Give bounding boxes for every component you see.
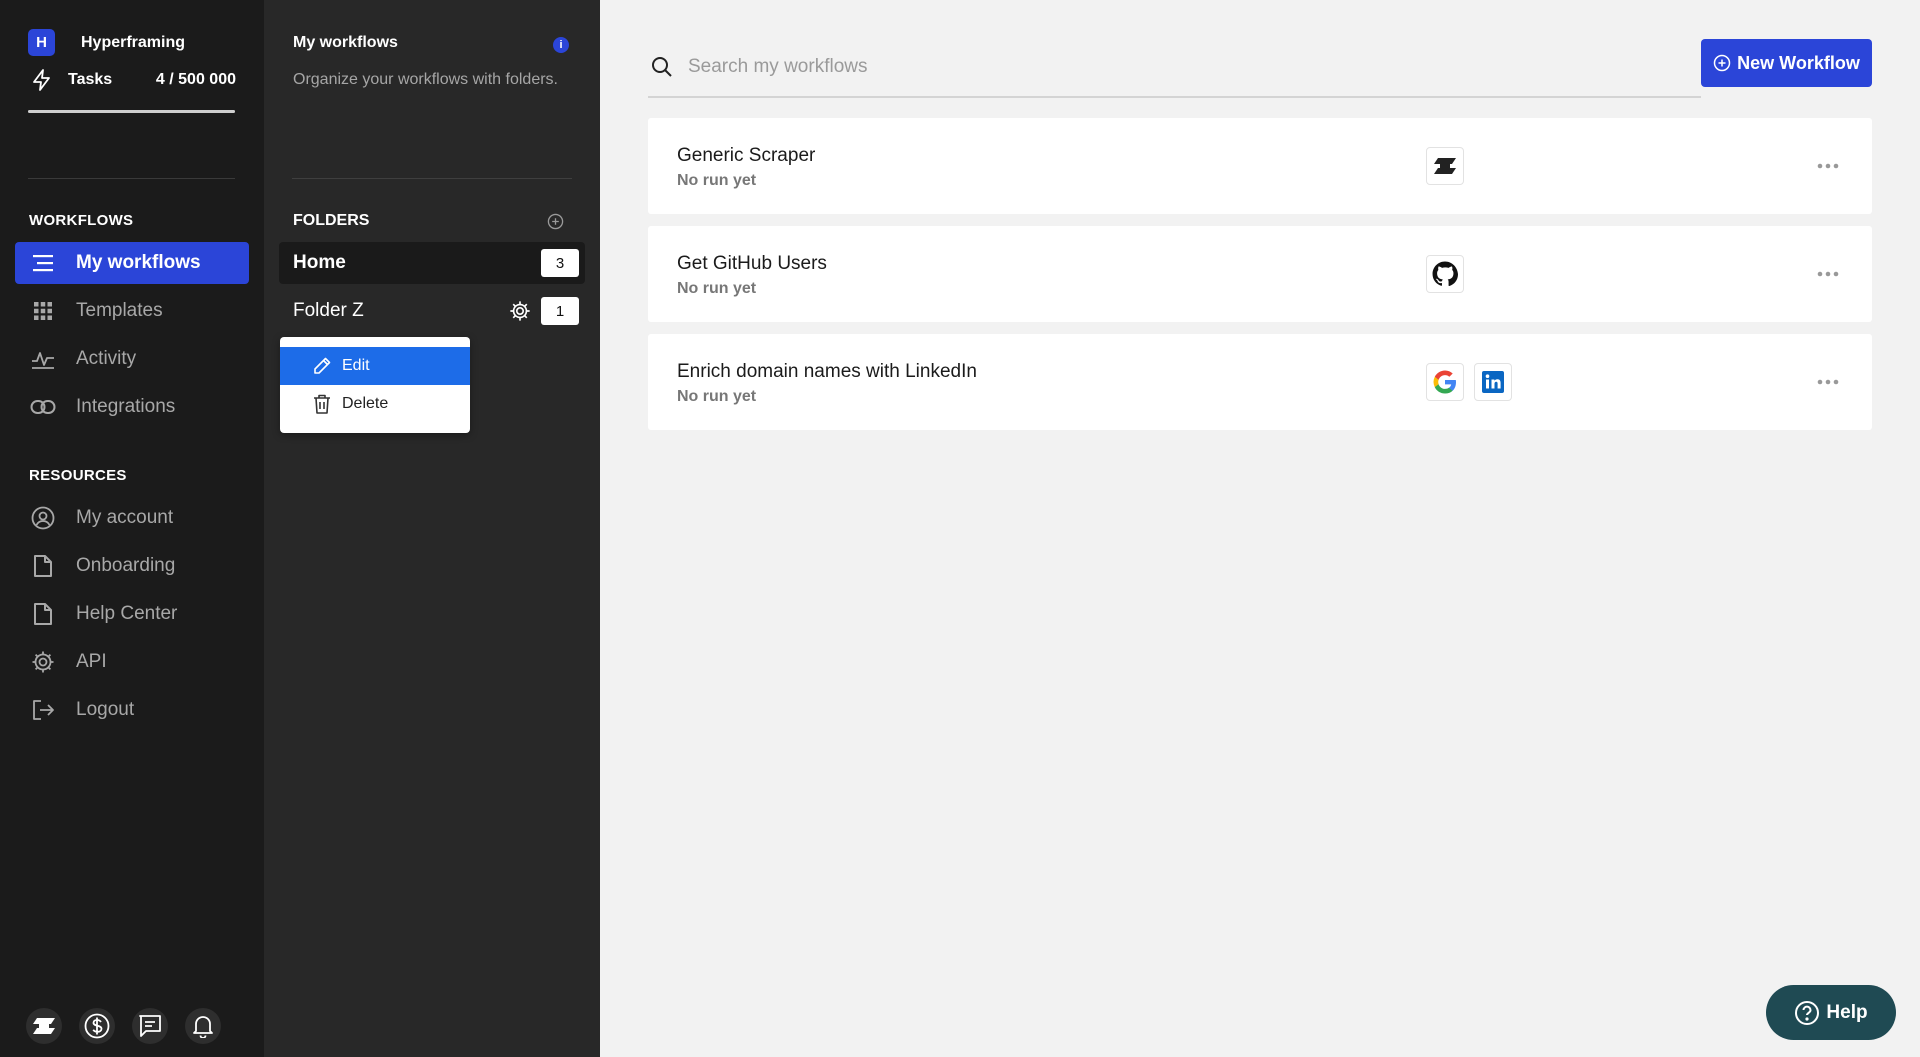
document-icon (30, 553, 56, 579)
linkedin-icon (1474, 363, 1512, 401)
plus-circle-icon (1713, 54, 1731, 72)
sidebar-item-label: My account (76, 507, 174, 528)
sidebar-item-activity[interactable]: Activity (15, 338, 249, 380)
workspace-name: Hyperframing (81, 33, 186, 51)
help-button[interactable]: Help (1766, 985, 1896, 1040)
brand-logo-icon (1426, 147, 1464, 185)
sidebar-item-label: Onboarding (76, 555, 176, 576)
tasks-label: Tasks (68, 71, 113, 88)
workflow-card[interactable]: Generic Scraper No run yet (648, 118, 1872, 214)
workspace-avatar: H (28, 29, 55, 56)
workflow-name: Generic Scraper (677, 145, 816, 166)
workflow-card[interactable]: Enrich domain names with LinkedIn No run… (648, 334, 1872, 430)
sidebar-bottom-toolbar (26, 1008, 221, 1044)
new-workflow-button[interactable]: New Workflow (1701, 39, 1872, 87)
sidebar-item-templates[interactable]: Templates (15, 290, 249, 332)
sidebar: H Hyperframing Tasks 4 / 500 000 WORKFLO… (0, 0, 264, 1057)
sidebar-item-onboarding[interactable]: Onboarding (15, 545, 249, 587)
workflow-name: Get GitHub Users (677, 253, 827, 274)
github-icon (1426, 255, 1464, 293)
main-content: New Workflow Generic Scraper No run yet … (600, 0, 1920, 1057)
chat-icon[interactable] (132, 1008, 168, 1044)
workflows-heading: WORKFLOWS (29, 212, 134, 229)
gear-icon (30, 649, 56, 675)
sidebar-item-logout[interactable]: Logout (15, 689, 249, 731)
workflow-card[interactable]: Get GitHub Users No run yet (648, 226, 1872, 322)
search-input[interactable] (688, 56, 1588, 78)
sidebar-item-my-workflows[interactable]: My workflows (15, 242, 249, 284)
add-folder-icon[interactable] (547, 213, 564, 230)
workflow-status: No run yet (677, 172, 757, 189)
sidebar-item-label: Help Center (76, 603, 178, 624)
help-label: Help (1826, 1001, 1868, 1023)
dollar-icon[interactable] (79, 1008, 115, 1044)
edit-menu-item[interactable]: Edit (280, 347, 470, 385)
more-options-icon[interactable] (1816, 154, 1840, 178)
divider (28, 178, 235, 179)
resources-heading: RESOURCES (29, 467, 127, 484)
workflow-status: No run yet (677, 280, 757, 297)
sidebar-item-label: Logout (76, 699, 135, 720)
folder-count-badge: 3 (541, 249, 579, 277)
search-bar (648, 38, 1701, 98)
question-circle-icon (1795, 1000, 1820, 1025)
lightning-icon (33, 69, 50, 91)
workflow-status: No run yet (677, 388, 757, 405)
grid-icon (30, 298, 56, 324)
list-icon (30, 250, 56, 276)
folder-settings-gear-icon[interactable] (509, 300, 531, 322)
workflow-apps (1426, 363, 1512, 401)
sidebar-item-label: My workflows (76, 252, 201, 273)
sidebar-item-help-center[interactable]: Help Center (15, 593, 249, 635)
workspace-switcher[interactable]: H Hyperframing (28, 29, 185, 56)
activity-icon (30, 346, 56, 372)
tasks-progress-bar (28, 110, 235, 113)
new-workflow-label: New Workflow (1737, 52, 1860, 73)
folder-count-badge: 1 (541, 297, 579, 325)
folder-name: Folder Z (293, 300, 364, 321)
delete-menu-item[interactable]: Delete (280, 385, 470, 423)
more-options-icon[interactable] (1816, 262, 1840, 286)
pencil-icon (312, 356, 332, 376)
sidebar-item-label: Activity (76, 348, 137, 369)
document-icon (30, 601, 56, 627)
brand-logo-icon[interactable] (26, 1008, 62, 1044)
sidebar-item-label: API (76, 651, 107, 672)
info-icon[interactable]: i (553, 37, 569, 53)
workflow-name: Enrich domain names with LinkedIn (677, 361, 977, 382)
workflow-apps (1426, 147, 1464, 185)
link-icon (30, 394, 56, 420)
folder-panel-description: Organize your workflows with folders. (293, 71, 558, 88)
folder-context-menu: Edit Delete (280, 337, 470, 433)
sidebar-item-api[interactable]: API (15, 641, 249, 683)
folder-item-home[interactable]: Home 3 (279, 242, 585, 284)
menu-item-label: Delete (342, 395, 389, 412)
bell-icon[interactable] (185, 1008, 221, 1044)
workflow-apps (1426, 255, 1464, 293)
google-icon (1426, 363, 1464, 401)
tasks-usage: Tasks 4 / 500 000 (30, 68, 236, 92)
menu-item-label: Edit (342, 357, 370, 374)
user-circle-icon (30, 505, 56, 531)
sidebar-item-my-account[interactable]: My account (15, 497, 249, 539)
more-options-icon[interactable] (1816, 370, 1840, 394)
folders-heading: FOLDERS (293, 212, 370, 229)
sidebar-item-integrations[interactable]: Integrations (15, 386, 249, 428)
folder-panel-title: My workflows (293, 34, 398, 51)
divider (292, 178, 572, 179)
folder-panel: My workflows i Organize your workflows w… (264, 0, 600, 1057)
trash-icon (312, 394, 332, 414)
folder-item-folder-z[interactable]: Folder Z 1 (279, 290, 585, 332)
logout-icon (30, 697, 56, 723)
tasks-count: 4 / 500 000 (155, 71, 236, 88)
search-icon (652, 57, 672, 77)
sidebar-item-label: Integrations (76, 396, 176, 417)
folder-name: Home (293, 252, 346, 273)
sidebar-item-label: Templates (76, 300, 163, 321)
